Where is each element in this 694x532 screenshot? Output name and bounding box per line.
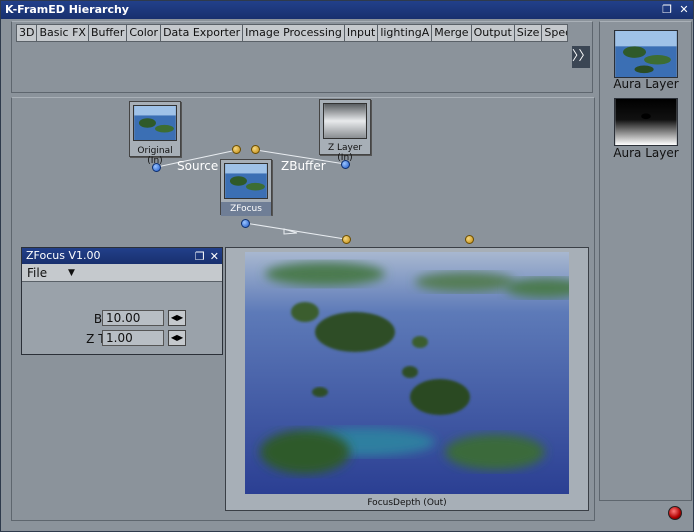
- zfocus-panel-title: ZFocus V1.00: [26, 249, 101, 262]
- tab-lightinga[interactable]: lightingA: [378, 25, 433, 41]
- ztol-input[interactable]: 1.00: [102, 330, 164, 346]
- focusdepth-out-node[interactable]: FocusDepth (Out): [225, 247, 589, 511]
- tab-image-processing[interactable]: Image Processing: [243, 25, 345, 41]
- focusdepth-preview-image: [245, 252, 569, 494]
- tab-data-exporter[interactable]: Data Exporter: [161, 25, 244, 41]
- zfocus-node-thumbnail: [224, 163, 268, 199]
- tab-input[interactable]: Input: [344, 25, 379, 41]
- window-title: K-FramED Hierarchy: [5, 3, 129, 16]
- node-library-panel: 3D Basic FX Buffer Color Data Exporter Image …: [11, 21, 593, 93]
- tab-size[interactable]: Size: [514, 25, 543, 41]
- tab-basic-fx[interactable]: Basic FX: [37, 25, 89, 41]
- zfocus-panel-titlebar[interactable]: ZFocus V1.00 ❐ ✕: [22, 248, 222, 264]
- tab-scroll-right-button[interactable]: 〉〉: [572, 46, 592, 68]
- tab-color[interactable]: Color: [127, 25, 162, 41]
- zfocus-parameter-panel: ZFocus V1.00 ❐ ✕ File ▼ Blur 10.00 ◀▶ Z …: [21, 247, 223, 355]
- blur-param-row: Blur 10.00 ◀▶: [22, 310, 222, 328]
- z-layer-in-node[interactable]: Z Layer (In): [319, 99, 371, 163]
- ztol-param-row: Z Tol. 1.00 ◀▶: [22, 330, 222, 348]
- k-framed-window: K-FramED Hierarchy ❐ ✕ 3D Basic FX Buffer C…: [0, 0, 694, 532]
- original-node-thumbnail: [133, 105, 177, 141]
- tab-buffer[interactable]: Buffer: [88, 25, 128, 41]
- output-input-port-1[interactable]: [342, 235, 351, 244]
- tab-3d[interactable]: 3D: [17, 25, 38, 41]
- aura-layer-thumbnail-1[interactable]: [614, 30, 678, 78]
- tab-output[interactable]: Output: [471, 25, 515, 41]
- zfocus-node[interactable]: ZFocus: [220, 159, 272, 216]
- zfocus-zbuffer-input-port[interactable]: [251, 145, 260, 154]
- panel-menubar: File ▼: [22, 264, 222, 282]
- zfocus-source-input-port[interactable]: [232, 145, 241, 154]
- category-tabs: 3D Basic FX Buffer Color Data Exporter Image …: [16, 24, 568, 42]
- aura-layer-label-2: Aura Layer: [613, 146, 679, 160]
- zbuffer-connection-label: ZBuffer: [281, 159, 326, 173]
- zfocus-node-label: ZFocus: [221, 202, 271, 216]
- tab-special-f[interactable]: Special F: [542, 25, 567, 41]
- window-titlebar[interactable]: K-FramED Hierarchy ❐ ✕: [1, 1, 693, 19]
- blur-input[interactable]: 10.00: [102, 310, 164, 326]
- z-layer-node-thumbnail: [323, 103, 367, 139]
- aura-layer-label-1: Aura Layer: [613, 77, 679, 91]
- close-icon[interactable]: ✕: [677, 3, 691, 17]
- zfocus-output-port[interactable]: [241, 219, 250, 228]
- source-connection-label: Source: [177, 159, 219, 173]
- z-layer-output-port[interactable]: [341, 160, 350, 169]
- original-in-node[interactable]: Original (In): [129, 101, 181, 166]
- ztol-spinner-button[interactable]: ◀▶: [168, 330, 186, 346]
- layer-library-panel: Aura Layer Aura Layer: [599, 21, 692, 501]
- original-output-port[interactable]: [152, 163, 161, 172]
- status-led-icon: [668, 506, 682, 520]
- output-input-port-2[interactable]: [465, 235, 474, 244]
- panel-close-icon[interactable]: ✕: [210, 249, 219, 265]
- panel-restore-icon[interactable]: ❐: [195, 249, 205, 265]
- blur-spinner-button[interactable]: ◀▶: [168, 310, 186, 326]
- file-menu-dropdown-icon[interactable]: ▼: [68, 264, 75, 282]
- aura-layer-thumbnail-2[interactable]: [614, 98, 678, 146]
- tab-merge[interactable]: Merge: [432, 25, 472, 41]
- file-menu[interactable]: File: [27, 266, 47, 280]
- restore-icon[interactable]: ❐: [660, 3, 674, 17]
- focusdepth-node-label: FocusDepth (Out): [226, 496, 588, 510]
